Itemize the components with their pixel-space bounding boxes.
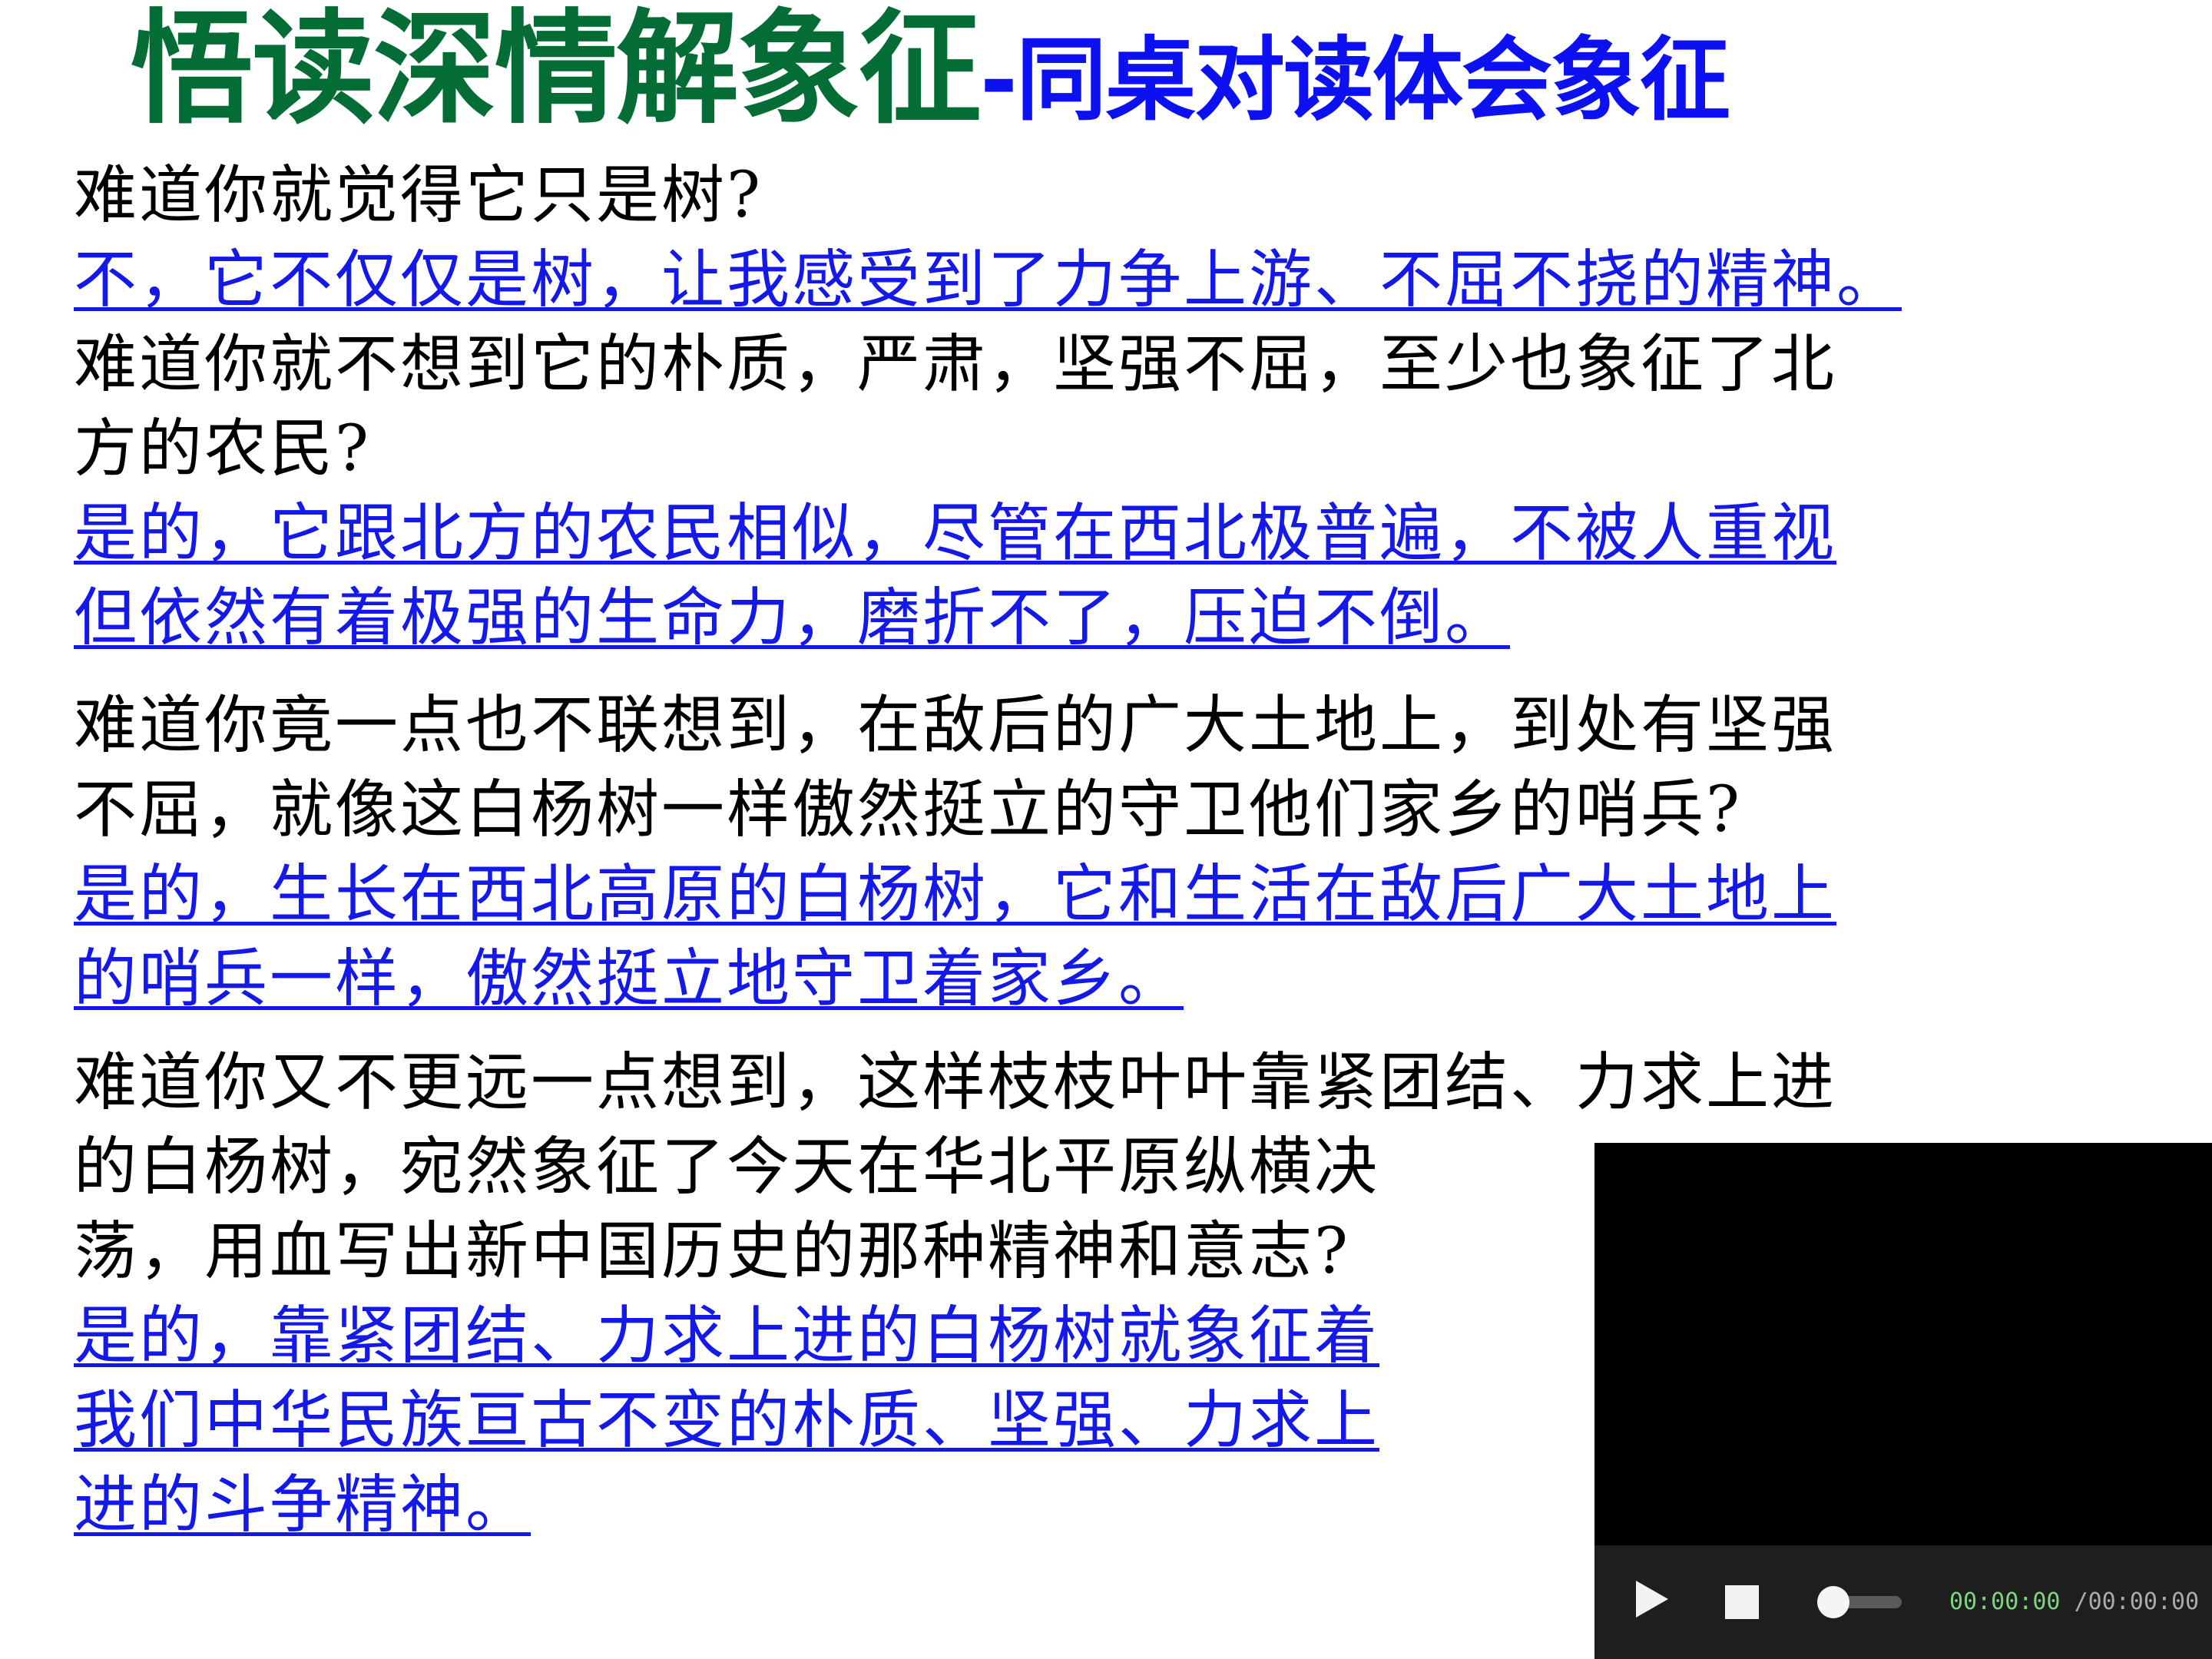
- question-line: 难道你就不想到它的朴质，严肃，坚强不屈，至少也象征了北: [74, 328, 1837, 401]
- answer-link[interactable]: 的哨兵一样，傲然挺立地守卫着家乡。: [74, 937, 2101, 1022]
- question-line: 难道你竟一点也不联想到，在敌后的广大土地上，到处有坚强: [74, 689, 1837, 762]
- total-time: 00:00:00: [2088, 1588, 2200, 1615]
- time-display: 00:00:00 /00:00:00: [1949, 1588, 2199, 1616]
- stop-icon[interactable]: [1725, 1585, 1759, 1619]
- answer-link[interactable]: 我们中华民族亘古不变的朴质、坚强、力求上: [74, 1379, 1571, 1463]
- question-line: 荡，用血写出新中国历史的那种精神和意志?: [74, 1215, 1350, 1288]
- progress-knob[interactable]: [1817, 1586, 1849, 1618]
- answer-link[interactable]: 进的斗争精神。: [74, 1463, 1571, 1548]
- qa-block-3: 难道你竟一点也不联想到，在敌后的广大土地上，到处有坚强 不屈，就像这白杨树一样傲…: [74, 684, 2101, 1022]
- video-controls-bar: 00:00:00 /00:00:00: [1594, 1545, 2212, 1659]
- answer-link[interactable]: 是的，它跟北方的农民相似，尽管在西北极普遍，不被人重视: [74, 492, 2101, 576]
- answer-link[interactable]: 是的，靠紧团结、力求上进的白杨树就象征着: [74, 1294, 1571, 1379]
- answer-link[interactable]: 是的，生长在西北高原的白杨树，它和生活在敌后广大土地上: [74, 853, 2101, 937]
- qa-block-4: 难道你又不更远一点想到，这样枝枝叶叶靠紧团结、力求上进 的白杨树，宛然象征了今天…: [74, 1041, 1834, 1548]
- answer-link[interactable]: 不，它不仅仅是树，让我感受到了力争上游、不屈不挠的精神。: [74, 238, 2178, 323]
- time-separator: /: [2074, 1588, 2088, 1615]
- video-player[interactable]: 00:00:00 /00:00:00: [1594, 1143, 2212, 1659]
- question-line: 方的农民?: [74, 412, 371, 485]
- title-main: 悟读深情解象征: [131, 0, 982, 141]
- qa-block-1: 难道你就觉得它只是树? 不，它不仅仅是树，让我感受到了力争上游、不屈不挠的精神。: [74, 154, 2178, 323]
- answer-link[interactable]: 但依然有着极强的生命力，磨折不了，压迫不倒。: [74, 576, 2101, 661]
- current-time: 00:00:00: [1949, 1588, 2061, 1615]
- qa-block-2: 难道你就不想到它的朴质，严肃，坚强不屈，至少也象征了北 方的农民? 是的，它跟北…: [74, 323, 2101, 661]
- question-line: 难道你又不更远一点想到，这样枝枝叶叶靠紧团结、力求上进: [74, 1046, 1837, 1119]
- question-line: 难道你就觉得它只是树?: [74, 159, 763, 232]
- play-icon[interactable]: [1636, 1581, 1668, 1618]
- title-subtitle: -同桌对读体会象征: [980, 27, 1730, 133]
- question-line: 的白杨树，宛然象征了今天在华北平原纵横决: [74, 1131, 1380, 1204]
- slide-title: 悟读深情解象征-同桌对读体会象征: [131, 0, 1730, 146]
- question-line: 不屈，就像这白杨树一样傲然挺立的守卫他们家乡的哨兵?: [74, 773, 1742, 846]
